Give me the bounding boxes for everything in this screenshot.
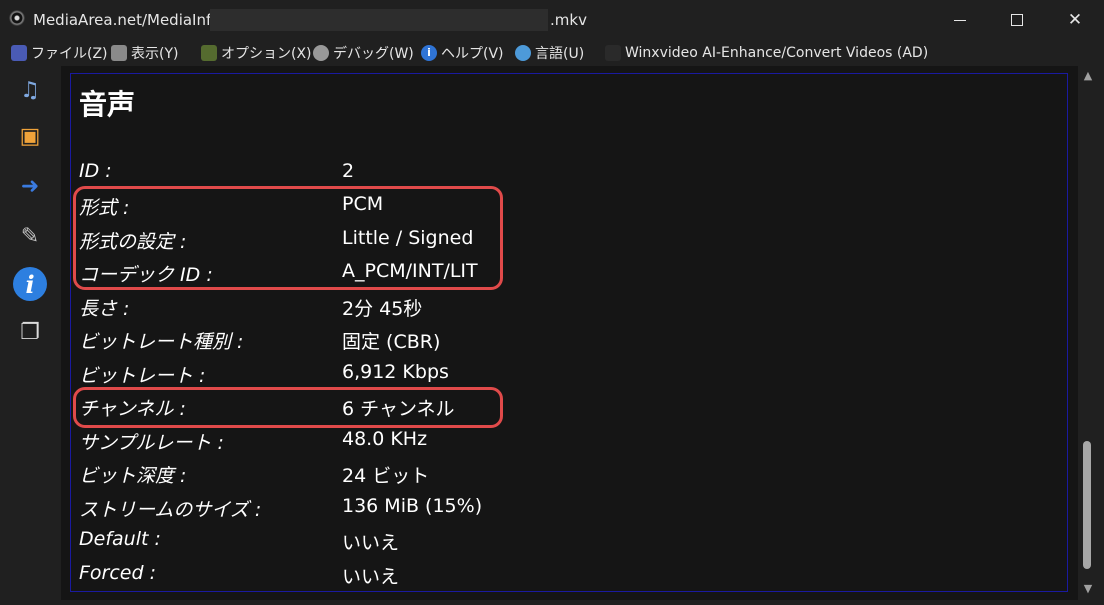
info-value: 6,912 Kbps [342,361,449,383]
info-label: ビットレート : [79,365,206,387]
menu-ad[interactable]: Winxvideo AI-Enhance/Convert Videos (AD) [605,43,928,63]
ad-icon [605,45,621,61]
info-label: Forced : [79,562,157,584]
maximize-icon [1011,14,1023,26]
title-bar: MediaArea.net/MediaInfo - .mkv ✕ [0,0,1104,40]
close-button[interactable]: ✕ [1046,0,1104,40]
highlight-box-channels [73,387,503,428]
info-row-duration: 長さ : 2分 45秒 [71,292,771,320]
minimize-button[interactable] [931,0,989,40]
info-icon: i [13,267,47,301]
music-file-search-icon: ♫ [20,77,40,103]
maximize-button[interactable] [988,0,1046,40]
info-label: ストリームのサイズ : [79,499,262,521]
close-icon: ✕ [1067,10,1083,30]
info-panel: 音声 ID : 2 形式 : PCM 形式の設定 : Little / Sign… [70,73,1068,592]
mediainfo-window: MediaArea.net/MediaInfo - .mkv ✕ ファイル(Z)… [0,0,1104,605]
open-folder-button[interactable]: ▣ [10,116,50,156]
help-info-icon: i [421,45,437,61]
info-row-bit-depth: ビット深度 : 24 ビット [71,459,771,487]
app-icon [9,10,25,26]
menu-debug[interactable]: デバッグ(W) [313,43,414,63]
window-title: MediaArea.net/MediaInfo - [33,11,231,29]
menu-help-label: ヘルプ(V) [441,46,504,62]
menu-options-label: オプション(X) [221,46,312,62]
info-value: いいえ [342,566,400,588]
open-file-button[interactable]: ♫ [10,70,50,110]
info-value: 2 [342,160,355,182]
vertical-scrollbar[interactable]: ▲ ▼ [1078,66,1098,600]
options-wrench-icon [201,45,217,61]
info-row-default: Default : いいえ [71,526,771,554]
export-button[interactable]: ➜ [10,166,50,206]
menu-view[interactable]: 表示(Y) [111,43,178,63]
info-row-forced: Forced : いいえ [71,560,771,588]
folder-search-icon: ▣ [19,123,41,149]
highlight-box-format [73,186,503,290]
menu-language-label: 言語(U) [535,46,585,62]
sheets-web-icon: ❐ [20,319,40,345]
section-title: 音声 [79,88,136,121]
wrench-icon: ✎ [20,223,40,249]
side-toolbar: ♫ ▣ ➜ ✎ i ❐ [0,66,60,605]
info-label: 長さ : [79,298,130,320]
menu-debug-label: デバッグ(W) [333,46,414,62]
globe-icon [515,45,531,61]
scrollbar-thumb[interactable] [1083,441,1091,569]
export-info-icon: ➜ [20,173,40,199]
scroll-up-arrow-icon[interactable]: ▲ [1078,68,1098,84]
view-icon [111,45,127,61]
info-content: 音声 ID : 2 形式 : PCM 形式の設定 : Little / Sign… [61,66,1078,600]
menu-options[interactable]: オプション(X) [201,43,312,63]
info-row-sample-rate: サンプルレート : 48.0 KHz [71,426,771,454]
info-value: 48.0 KHz [342,428,428,450]
about-button[interactable]: i [10,264,50,304]
info-label: Default : [79,528,161,550]
preferences-button[interactable]: ✎ [10,216,50,256]
menu-help[interactable]: i ヘルプ(V) [421,43,504,63]
info-row-stream-size: ストリームのサイズ : 136 MiB (15%) [71,493,771,521]
menu-ad-label: Winxvideo AI-Enhance/Convert Videos (AD) [625,45,929,61]
minimize-icon [954,19,966,21]
menu-view-label: 表示(Y) [131,46,179,62]
info-label: ビット深度 : [79,465,187,487]
menu-file-label: ファイル(Z) [31,46,108,62]
info-value: 2分 45秒 [342,298,423,320]
sheets-button[interactable]: ❐ [10,312,50,352]
info-value: 136 MiB (15%) [342,495,483,517]
debug-icon [313,45,329,61]
info-label: ID : [79,160,112,182]
info-row-bitrate-mode: ビットレート種別 : 固定 (CBR) [71,325,771,353]
info-row-bitrate: ビットレート : 6,912 Kbps [71,359,771,387]
scroll-down-arrow-icon[interactable]: ▼ [1078,581,1098,597]
menu-bar: ファイル(Z) 表示(Y) オプション(X) デバッグ(W) i ヘルプ(V) … [0,40,1104,66]
menu-file[interactable]: ファイル(Z) [11,43,108,63]
info-label: ビットレート種別 : [79,331,244,353]
menu-language[interactable]: 言語(U) [515,43,584,63]
info-value: いいえ [342,532,400,554]
info-row-id: ID : 2 [71,158,771,186]
info-value: 24 ビット [342,465,430,487]
redacted-filename [210,9,548,31]
info-label: サンプルレート : [79,432,224,454]
window-title-extension: .mkv [550,11,587,29]
file-search-icon [11,45,27,61]
info-value: 固定 (CBR) [342,331,441,353]
